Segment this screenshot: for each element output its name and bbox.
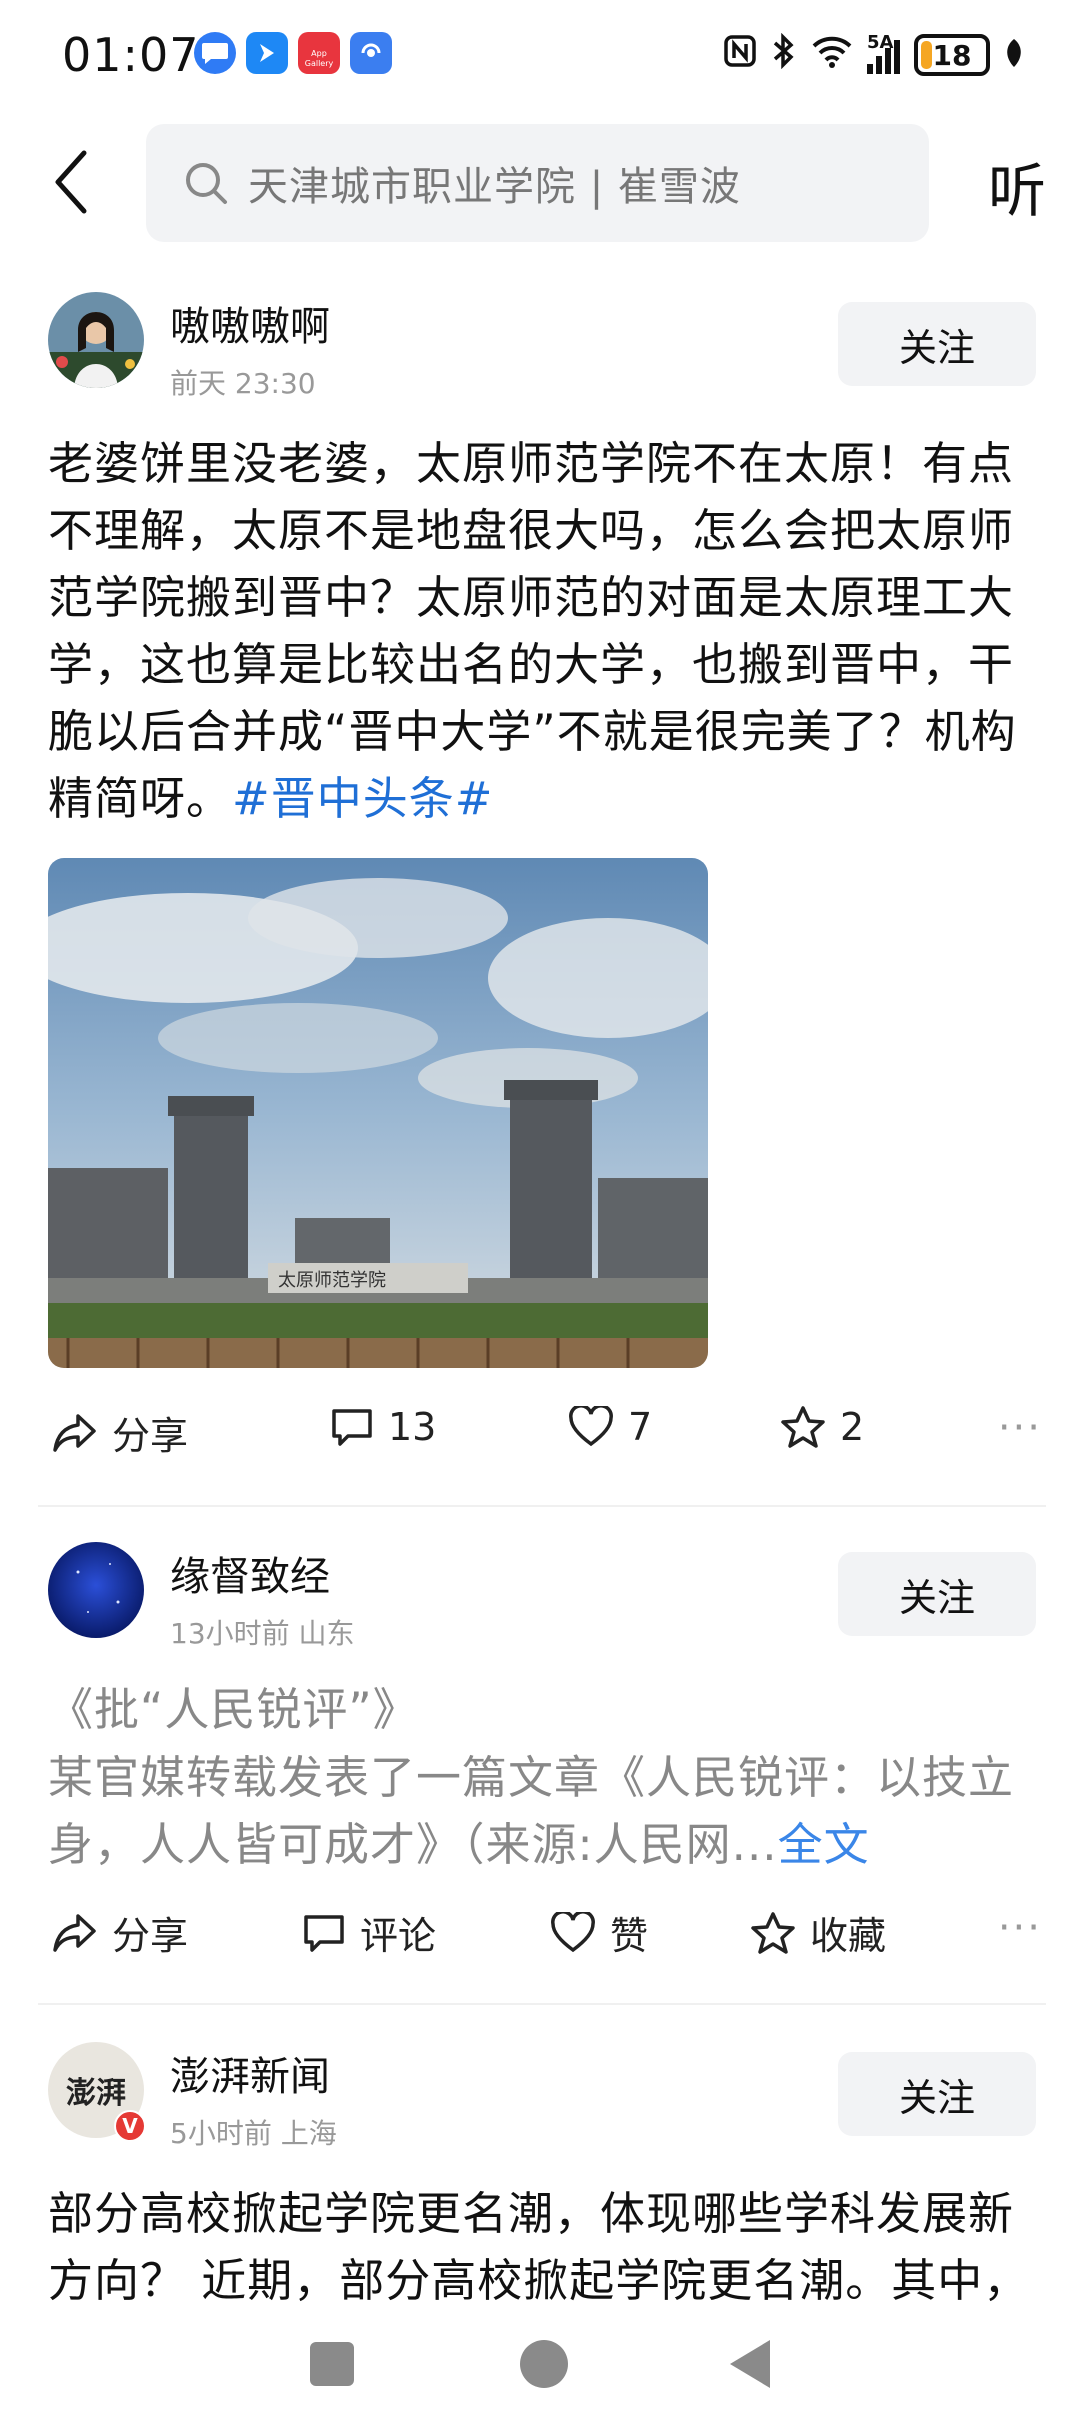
follow-button[interactable]: 关注 (838, 302, 1036, 386)
wireless-app-icon (350, 32, 392, 74)
divider (38, 1505, 1046, 1507)
favorite-count: 2 (840, 1405, 865, 1449)
author-name[interactable]: 嗷嗷嗷啊 (170, 294, 330, 352)
action-bar: 分享 评论 赞 收藏 ··· (0, 1905, 1084, 1975)
back-nav-button[interactable] (730, 2340, 770, 2388)
battery-indicator: 18 (914, 34, 990, 76)
favorite-button[interactable]: 2 (780, 1405, 864, 1449)
search-query: 天津城市职业学院 | 崔雪波 (248, 164, 741, 210)
divider (38, 2003, 1046, 2005)
wifi-icon (811, 34, 853, 76)
app-gallery-label: App Gallery (304, 49, 334, 68)
post-location-time: 5小时前 上海 (170, 2117, 337, 2150)
leaf-icon (1004, 37, 1024, 73)
home-button[interactable] (520, 2340, 568, 2388)
fulltext-link[interactable]: 全文 (778, 1818, 870, 1871)
post-title[interactable]: 《批“人民锐评”》 (48, 1676, 1038, 1743)
avatar-text: 澎湃 (66, 2076, 126, 2111)
post-body: 部分高校掀起学院更名潮，体现哪些学科发展新方向？ 近期，部分高校掀起学院更名潮。… (48, 2187, 1030, 2307)
status-right: 5A 18 (723, 30, 1024, 80)
share-icon (53, 1913, 96, 1952)
star-icon (751, 1911, 795, 1954)
like-count: 7 (628, 1405, 653, 1449)
comment-button[interactable]: 13 (330, 1405, 436, 1449)
signal-icon: 5A (867, 32, 900, 74)
arrow-app-icon (246, 32, 288, 74)
post-card[interactable]: 澎湃 V 澎湃新闻 5小时前 上海 关注 部分高校掀起学院更名潮，体现哪些学科发… (0, 2040, 1084, 2320)
author-name[interactable]: 缘督致经 (170, 1544, 330, 1602)
app-gallery-icon: App Gallery (298, 32, 340, 74)
author-name[interactable]: 澎湃新闻 (170, 2044, 330, 2102)
avatar[interactable]: 澎湃 V (48, 2042, 146, 2142)
avatar[interactable] (48, 292, 144, 388)
search-icon (176, 153, 236, 213)
share-button[interactable]: 分享 (52, 1905, 188, 1960)
comment-count: 13 (388, 1405, 437, 1449)
favorite-button[interactable]: 收藏 (750, 1905, 886, 1960)
share-icon (53, 1413, 96, 1452)
battery-fill (921, 41, 933, 69)
post-text[interactable]: 老婆饼里没老婆，太原师范学院不在太原！有点不理解，太原不是地盘很大吗，怎么会把太… (48, 430, 1038, 832)
post-card[interactable]: 缘督致经 13小时前 山东 关注 《批“人民锐评”》 某官媒转载发表了一篇文章《… (0, 1540, 1084, 1980)
nfc-icon (723, 34, 757, 76)
avatar[interactable] (48, 1542, 144, 1638)
share-label: 分享 (112, 1414, 189, 1458)
status-time: 01:07 (62, 28, 200, 82)
battery-level: 18 (932, 38, 972, 72)
follow-button[interactable]: 关注 (838, 2052, 1036, 2136)
heart-icon (551, 1911, 595, 1952)
comment-label: 评论 (360, 1914, 437, 1958)
action-bar: 分享 13 7 2 ··· (0, 1405, 1084, 1475)
comment-icon (332, 1409, 372, 1446)
listen-button[interactable]: 听 (988, 144, 1046, 228)
like-label: 赞 (610, 1914, 649, 1958)
star-icon (781, 1406, 825, 1448)
post-text[interactable]: 某官媒转载发表了一篇文章《人民锐评：以技立身，人人皆可成才》（来源:人民网...… (48, 1744, 1038, 1878)
post-image[interactable]: 太原师范学院 (48, 858, 708, 1368)
chevron-left-icon (55, 150, 87, 214)
message-app-icon (194, 32, 236, 74)
like-button[interactable]: 赞 (550, 1905, 648, 1960)
top-nav: 天津城市职业学院 | 崔雪波 听 (0, 120, 1084, 245)
comment-icon (304, 1914, 344, 1952)
post-text[interactable]: 部分高校掀起学院更名潮，体现哪些学科发展新方向？ 近期，部分高校掀起学院更名潮。… (48, 2180, 1038, 2320)
status-bar: 01:07 App Gallery 5A 18 (0, 0, 1084, 110)
gate-sign: 太原师范学院 (278, 1270, 386, 1291)
more-icon[interactable]: ··· (998, 1405, 1042, 1451)
more-icon[interactable]: ··· (998, 1905, 1042, 1951)
network-type: 5A (867, 32, 894, 53)
bluetooth-icon (771, 32, 797, 77)
follow-button[interactable]: 关注 (838, 1552, 1036, 1636)
post-time: 前天 23:30 (170, 367, 316, 400)
post-location-time: 13小时前 山东 (170, 1617, 355, 1650)
back-button[interactable] (40, 142, 100, 222)
heart-icon (569, 1406, 613, 1447)
search-box[interactable]: 天津城市职业学院 | 崔雪波 (146, 124, 929, 242)
comment-button[interactable]: 评论 (302, 1905, 436, 1960)
share-button[interactable]: 分享 (52, 1405, 188, 1460)
share-label: 分享 (112, 1914, 189, 1958)
favorite-label: 收藏 (810, 1914, 887, 1958)
like-button[interactable]: 7 (568, 1405, 652, 1449)
recent-apps-button[interactable] (310, 2342, 354, 2386)
system-nav-bar (0, 2320, 1084, 2412)
hashtag-link[interactable]: #晋中头条# (232, 772, 493, 825)
verified-badge: V (114, 2110, 146, 2142)
post-body: 老婆饼里没老婆，太原师范学院不在太原！有点不理解，太原不是地盘很大吗，怎么会把太… (48, 437, 1017, 825)
post-card[interactable]: 嗷嗷嗷啊 前天 23:30 关注 老婆饼里没老婆，太原师范学院不在太原！有点不理… (0, 290, 1084, 1490)
